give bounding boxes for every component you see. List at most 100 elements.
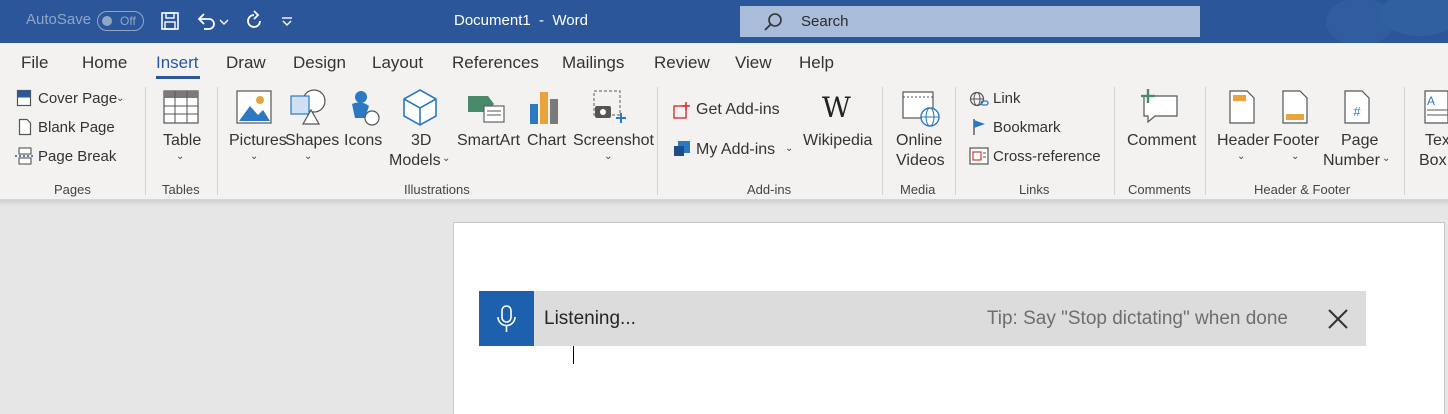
wikipedia-icon: W bbox=[822, 91, 851, 124]
redo-icon[interactable] bbox=[242, 9, 266, 33]
group-label-pages: Pages bbox=[54, 182, 91, 197]
screenshot-label: Screenshot bbox=[573, 132, 654, 149]
text-box-icon: A bbox=[1424, 90, 1448, 124]
tab-review[interactable]: Review bbox=[654, 53, 710, 73]
icons-label: Icons bbox=[344, 132, 383, 149]
chevron-down-icon: ⌄ bbox=[1291, 151, 1300, 162]
group-label-addins: Add-ins bbox=[747, 182, 792, 197]
page-number-icon: # bbox=[1344, 90, 1370, 124]
header-icon bbox=[1229, 90, 1255, 124]
link-label: Link bbox=[993, 90, 1021, 107]
tab-references[interactable]: References bbox=[452, 53, 539, 73]
chart-icon bbox=[530, 92, 558, 124]
svg-text:#: # bbox=[1353, 104, 1361, 119]
active-tab-indicator bbox=[156, 76, 200, 79]
tab-home[interactable]: Home bbox=[82, 53, 127, 73]
get-addins-icon bbox=[673, 102, 690, 119]
toggle-knob bbox=[102, 16, 112, 26]
title-bar: AutoSave Off Document1 - Word Search bbox=[0, 0, 1448, 43]
my-addins-label: My Add-ins bbox=[696, 141, 776, 158]
comment-label: Comment bbox=[1127, 132, 1197, 149]
page-number-label-line1: Page bbox=[1341, 132, 1379, 149]
blank-page-icon bbox=[18, 118, 32, 136]
bookmark-label: Bookmark bbox=[993, 119, 1061, 136]
microphone-button[interactable] bbox=[479, 291, 534, 346]
cross-reference-label: Cross-reference bbox=[993, 148, 1101, 165]
chevron-down-icon: ⌄ bbox=[442, 153, 451, 164]
search-box[interactable]: Search bbox=[740, 6, 1200, 37]
tab-insert[interactable]: Insert bbox=[156, 53, 199, 73]
online-videos-label-line2: Videos bbox=[896, 152, 945, 169]
my-addins-icon bbox=[674, 141, 690, 156]
text-box-label-line1: Text bbox=[1425, 132, 1448, 149]
chevron-down-icon: ⌄ bbox=[1382, 153, 1391, 164]
smartart-icon bbox=[468, 96, 505, 123]
tab-view[interactable]: View bbox=[735, 53, 772, 73]
group-label-illustrations: Illustrations bbox=[404, 182, 470, 197]
chevron-down-icon: ⌄ bbox=[116, 93, 125, 104]
undo-icon[interactable] bbox=[194, 9, 218, 33]
group-separator bbox=[1205, 87, 1206, 195]
page-number-label-line2: Number bbox=[1323, 152, 1380, 169]
tab-mailings[interactable]: Mailings bbox=[562, 53, 624, 73]
icons-icon bbox=[352, 91, 380, 126]
header-label: Header bbox=[1217, 132, 1270, 149]
customize-icon[interactable] bbox=[278, 9, 296, 33]
online-videos-label-line1: Online bbox=[896, 132, 943, 149]
ribbon-tabs: File Home Insert Draw Design Layout Refe… bbox=[0, 43, 1448, 81]
dictation-status: Listening... bbox=[544, 308, 636, 329]
document-title: Document1 - Word bbox=[454, 12, 588, 29]
group-separator bbox=[882, 87, 883, 195]
pictures-icon bbox=[236, 90, 272, 124]
dictation-toolbar: Listening... Tip: Say "Stop dictating" w… bbox=[479, 291, 1366, 346]
online-videos-icon bbox=[902, 91, 940, 127]
ribbon: Cover Page ⌄ Blank Page Page Break Pages… bbox=[0, 81, 1448, 200]
cross-reference-icon bbox=[969, 147, 989, 165]
group-separator bbox=[1404, 87, 1405, 195]
svg-text:A: A bbox=[1427, 94, 1435, 108]
search-placeholder: Search bbox=[801, 13, 849, 30]
table-label: Table bbox=[163, 132, 202, 149]
page-break-icon bbox=[15, 147, 35, 165]
dictation-tip: Tip: Say "Stop dictating" when done bbox=[986, 308, 1288, 329]
group-separator bbox=[1114, 87, 1115, 195]
cover-page-label: Cover Page bbox=[38, 90, 118, 107]
undo-dropdown-icon[interactable] bbox=[217, 9, 231, 33]
autosave-state: Off bbox=[120, 14, 136, 28]
group-label-header-footer: Header & Footer bbox=[1254, 182, 1351, 197]
pictures-label: Pictures bbox=[229, 132, 287, 149]
comment-icon bbox=[1141, 89, 1178, 124]
link-icon bbox=[969, 91, 989, 107]
smartart-label: SmartArt bbox=[457, 132, 521, 149]
autosave-toggle[interactable]: Off bbox=[97, 11, 144, 31]
3d-models-label-line2: Models bbox=[389, 152, 441, 169]
group-label-comments: Comments bbox=[1128, 182, 1191, 197]
group-label-tables: Tables bbox=[162, 182, 200, 197]
save-icon[interactable] bbox=[158, 9, 182, 33]
footer-icon bbox=[1282, 90, 1308, 124]
wikipedia-label: Wikipedia bbox=[803, 132, 873, 149]
text-box-label-line2: Box bbox=[1419, 152, 1447, 169]
group-separator bbox=[955, 87, 956, 195]
cover-page-icon bbox=[16, 89, 32, 107]
chevron-down-icon: ⌄ bbox=[250, 151, 259, 162]
group-separator bbox=[657, 87, 658, 195]
microphone-icon bbox=[497, 305, 516, 332]
tab-layout[interactable]: Layout bbox=[372, 53, 423, 73]
search-icon bbox=[764, 13, 782, 31]
tab-help[interactable]: Help bbox=[799, 53, 834, 73]
tab-design[interactable]: Design bbox=[293, 53, 346, 73]
tab-file[interactable]: File bbox=[21, 53, 48, 73]
get-addins-label: Get Add-ins bbox=[696, 101, 780, 118]
screenshot-icon bbox=[593, 90, 626, 123]
chevron-down-icon: ⌄ bbox=[785, 143, 794, 154]
chevron-down-icon: ⌄ bbox=[1237, 151, 1246, 162]
bookmark-icon bbox=[973, 119, 985, 135]
close-icon[interactable] bbox=[1326, 307, 1350, 331]
chart-label: Chart bbox=[527, 132, 567, 149]
group-label-media: Media bbox=[900, 182, 936, 197]
tab-draw[interactable]: Draw bbox=[226, 53, 266, 73]
title-bar-decoration bbox=[1326, 0, 1448, 43]
footer-label: Footer bbox=[1273, 132, 1320, 149]
autosave-label: AutoSave bbox=[26, 11, 92, 28]
